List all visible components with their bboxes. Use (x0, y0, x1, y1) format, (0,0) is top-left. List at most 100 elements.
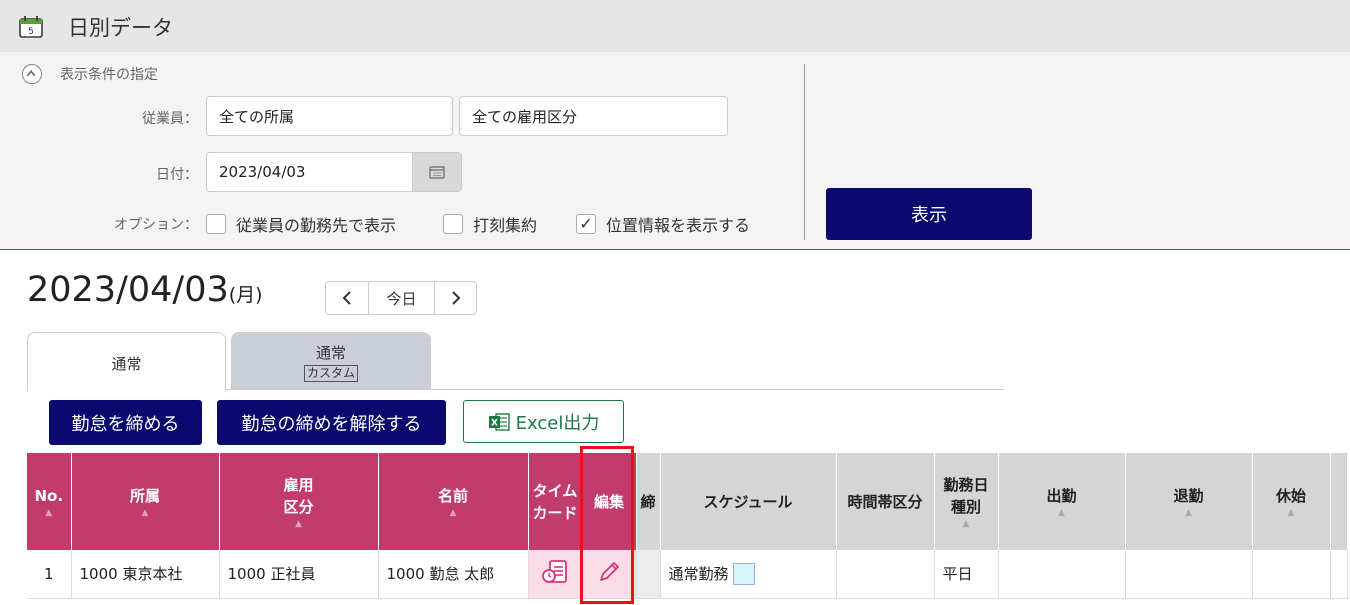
option-location-checkbox[interactable]: ✓ (576, 214, 596, 234)
col-name-label: 名前 (437, 486, 468, 505)
excel-export-label: Excel出力 (515, 412, 600, 434)
today-button[interactable]: 今日 (368, 282, 434, 314)
page-header: 5 日別データ (0, 0, 1350, 52)
edit-column-highlight (580, 446, 634, 604)
tab-custom-label: 通常 (315, 344, 346, 362)
col-schedule-label: スケジュール (703, 492, 793, 511)
timecard-icon[interactable] (541, 559, 569, 585)
option-label: オプション： (114, 217, 198, 233)
chevron-left-icon (342, 291, 351, 305)
date-navigation: 今日 (325, 281, 477, 315)
cell-no: 1 (27, 550, 72, 599)
date-label: 日付： (156, 167, 198, 183)
unclose-attendance-button[interactable]: 勤怠の締めを解除する (217, 400, 446, 445)
next-day-button[interactable] (434, 282, 476, 314)
collapse-toggle[interactable] (22, 64, 42, 84)
schedule-color-swatch (732, 563, 755, 585)
option-location-label: 位置情報を表示する (606, 216, 751, 235)
tab-custom-tag: カスタム (303, 365, 358, 382)
current-date-heading: 2023/04/03(月) (27, 270, 263, 310)
cell-overflow (1330, 550, 1348, 599)
calendar-small-icon (429, 166, 445, 179)
col-clock-in-label: 出勤 (1046, 486, 1077, 505)
col-name[interactable]: 名前 ▲ (378, 453, 529, 550)
daily-data-table: No. ▲ 所属 ▲ 雇用 区分 ▲ 名前 ▲ タイム カード 編集 締 スケジュール 時間… (27, 453, 1348, 599)
table-header-row: No. ▲ 所属 ▲ 雇用 区分 ▲ 名前 ▲ タイム カード 編集 締 スケジュール 時間… (27, 453, 1348, 550)
prev-day-button[interactable] (326, 282, 368, 314)
excel-icon: X (488, 412, 510, 431)
col-day-type-label-1: 勤務日 (943, 475, 989, 494)
col-clock-out[interactable]: 退勤 ▲ (1125, 453, 1253, 550)
col-day-type-label-2: 種別 (950, 497, 981, 516)
employment-type-select[interactable]: 全ての雇用区分 (459, 96, 728, 136)
option-aggregate-label: 打刻集約 (473, 216, 538, 235)
option-workplace-checkbox[interactable] (206, 214, 226, 234)
col-clock-in[interactable]: 出勤 ▲ (998, 453, 1126, 550)
col-time-zone-label: 時間帯区分 (847, 492, 923, 511)
filter-panel-label: 表示条件の指定 (60, 67, 158, 83)
chevron-up-icon (26, 70, 36, 77)
cell-clock-in[interactable] (998, 550, 1126, 599)
calendar-icon: 5 (19, 16, 43, 38)
col-timecard-label-2: カード (532, 503, 578, 522)
sort-icon: ▲ (962, 518, 970, 529)
cell-lock (636, 550, 661, 599)
employee-label: 従業員： (142, 111, 198, 127)
tab-custom[interactable]: 通常 カスタム (231, 332, 431, 390)
tab-standard-label: 通常 (111, 355, 142, 373)
col-lock: 締 (636, 453, 661, 550)
close-attendance-button[interactable]: 勤怠を締める (49, 400, 202, 445)
current-weekday: (月) (228, 284, 263, 306)
excel-export-button[interactable]: X Excel出力 (463, 400, 624, 443)
tab-standard[interactable]: 通常 (27, 332, 226, 391)
show-button[interactable]: 表示 (826, 188, 1032, 240)
col-timecard-label-1: タイム (532, 481, 578, 500)
cell-day-type: 平日 (934, 550, 999, 599)
sort-icon: ▲ (449, 507, 457, 518)
sort-icon: ▲ (1287, 507, 1295, 518)
col-timecard: タイム カード (528, 453, 583, 550)
sort-icon: ▲ (141, 507, 149, 518)
option-workplace-label: 従業員の勤務先で表示 (236, 216, 397, 235)
col-affiliation[interactable]: 所属 ▲ (71, 453, 220, 550)
col-time-zone: 時間帯区分 (836, 453, 935, 550)
cell-break-start[interactable] (1252, 550, 1331, 599)
col-break-start-label: 休始 (1275, 486, 1306, 505)
col-overflow (1330, 453, 1348, 550)
col-break-start[interactable]: 休始 ▲ (1252, 453, 1331, 550)
cell-employment-type: 1000 正社員 (219, 550, 379, 599)
svg-text:X: X (491, 418, 498, 428)
panel-divider (804, 64, 805, 240)
svg-text:5: 5 (28, 27, 34, 37)
cell-name: 1000 勤怠 太郎 (378, 550, 529, 599)
col-lock-label: 締 (640, 492, 656, 511)
col-employment-type[interactable]: 雇用区分 ▲ (219, 453, 379, 550)
col-no[interactable]: No. ▲ (27, 453, 72, 550)
table-row: 1 1000 東京本社 1000 正社員 1000 勤怠 太郎 通常勤務 平日 (27, 550, 1348, 599)
schedule-label: 通常勤務 (668, 564, 729, 583)
affiliation-select[interactable]: 全ての所属 (206, 96, 453, 136)
sort-icon: ▲ (1058, 507, 1065, 518)
date-input[interactable]: 2023/04/03 (206, 152, 414, 192)
page-title: 日別データ (68, 16, 173, 40)
date-picker-button[interactable] (412, 152, 462, 192)
cell-time-zone (836, 550, 935, 599)
filter-panel: 表示条件の指定 従業員： 全ての所属 全ての雇用区分 日付： 2023/04/0… (0, 52, 1350, 250)
col-clock-out-label: 退勤 (1173, 486, 1204, 505)
col-affiliation-label: 所属 (129, 486, 160, 505)
sort-icon: ▲ (1185, 507, 1192, 518)
chevron-right-icon (451, 291, 460, 305)
cell-clock-out[interactable] (1125, 550, 1253, 599)
cell-affiliation: 1000 東京本社 (71, 550, 220, 599)
current-date: 2023/04/03 (27, 270, 229, 310)
sort-icon: ▲ (45, 507, 53, 518)
cell-timecard (528, 550, 583, 599)
option-aggregate-checkbox[interactable] (443, 214, 463, 234)
col-employment-label-2: 区分 (283, 497, 314, 516)
sort-icon: ▲ (295, 518, 302, 529)
col-no-label: No. (34, 486, 64, 505)
cell-schedule: 通常勤務 (660, 550, 837, 599)
col-employment-label-1: 雇用 (283, 475, 314, 494)
col-day-type[interactable]: 勤務日種別 ▲ (934, 453, 999, 550)
col-schedule: スケジュール (660, 453, 837, 550)
